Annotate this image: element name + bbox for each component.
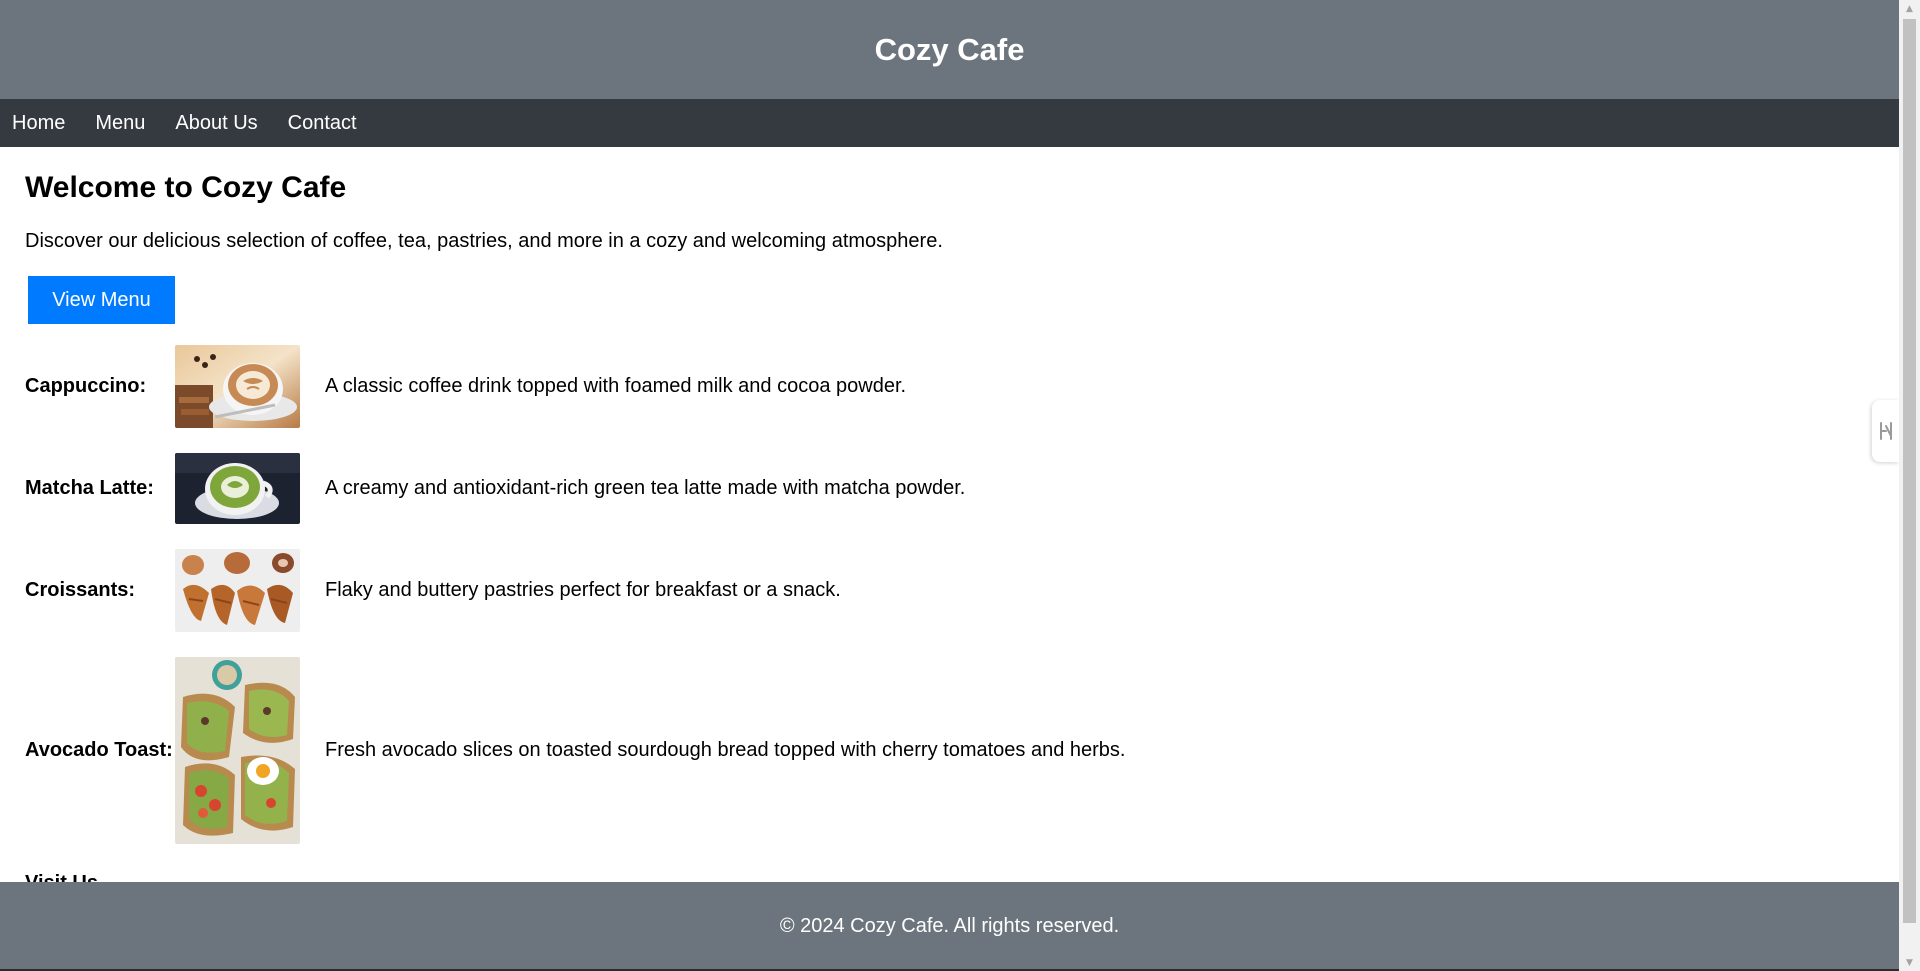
nav-link-contact[interactable]: Contact: [288, 112, 357, 135]
menu-item-description: A classic coffee drink topped with foame…: [325, 375, 907, 397]
nav-link-menu[interactable]: Menu: [95, 112, 145, 135]
vertical-scrollbar[interactable]: ▲ ▼: [1899, 0, 1920, 971]
menu-row-matcha-latte: Matcha Latte: A creamy and antioxidant-r…: [25, 453, 1125, 524]
side-panel-icon: [1879, 422, 1892, 440]
menu-item-description: Flaky and buttery pastries perfect for b…: [325, 579, 841, 601]
main-nav: Home Menu About Us Contact: [0, 99, 1899, 147]
menu-item-name: Croissants:: [25, 579, 136, 601]
menu-table: Cappuccino: A classic coffee drink toppe…: [25, 345, 1125, 844]
footer-copyright: © 2024 Cozy Cafe. All rights reserved.: [779, 915, 1120, 937]
scrollbar-thumb[interactable]: [1903, 19, 1916, 923]
menu-row-croissants: Croissants: Flaky and buttery pastries p…: [25, 549, 1125, 632]
side-panel-toggle[interactable]: [1872, 400, 1899, 462]
page-viewport: Cozy Cafe Home Menu About Us Contact Wel…: [0, 0, 1899, 971]
site-footer: © 2024 Cozy Cafe. All rights reserved.: [0, 882, 1899, 971]
croissants-image: [175, 549, 300, 632]
matcha-latte-image: [175, 453, 300, 524]
menu-item-name: Matcha Latte:: [25, 477, 154, 499]
nav-link-about-us[interactable]: About Us: [175, 112, 257, 135]
nav-link-home[interactable]: Home: [12, 112, 65, 135]
welcome-text: Discover our delicious selection of coff…: [25, 230, 943, 252]
menu-item-name: Cappuccino:: [25, 375, 147, 397]
cappuccino-image: [175, 345, 300, 428]
site-header: Cozy Cafe: [0, 0, 1899, 99]
menu-item-description: Fresh avocado slices on toasted sourdoug…: [325, 739, 1126, 761]
menu-item-name: Avocado Toast:: [25, 739, 173, 761]
menu-item-description: A creamy and antioxidant-rich green tea …: [325, 477, 966, 499]
menu-row-avocado-toast: Avocado Toast: Fresh avocado slices on t…: [25, 657, 1125, 844]
avocado-toast-image: [175, 657, 300, 844]
welcome-heading: Welcome to Cozy Cafe: [25, 171, 347, 204]
site-title: Cozy Cafe: [874, 31, 1025, 67]
scroll-down-arrow-icon[interactable]: ▼: [1899, 954, 1920, 971]
browser-page: Cozy Cafe Home Menu About Us Contact Wel…: [0, 0, 1920, 971]
view-menu-button[interactable]: View Menu: [28, 276, 175, 324]
main-content: Welcome to Cozy Cafe Discover our delici…: [0, 147, 1899, 844]
menu-row-cappuccino: Cappuccino: A classic coffee drink toppe…: [25, 345, 1125, 428]
scroll-up-arrow-icon[interactable]: ▲: [1899, 0, 1920, 17]
